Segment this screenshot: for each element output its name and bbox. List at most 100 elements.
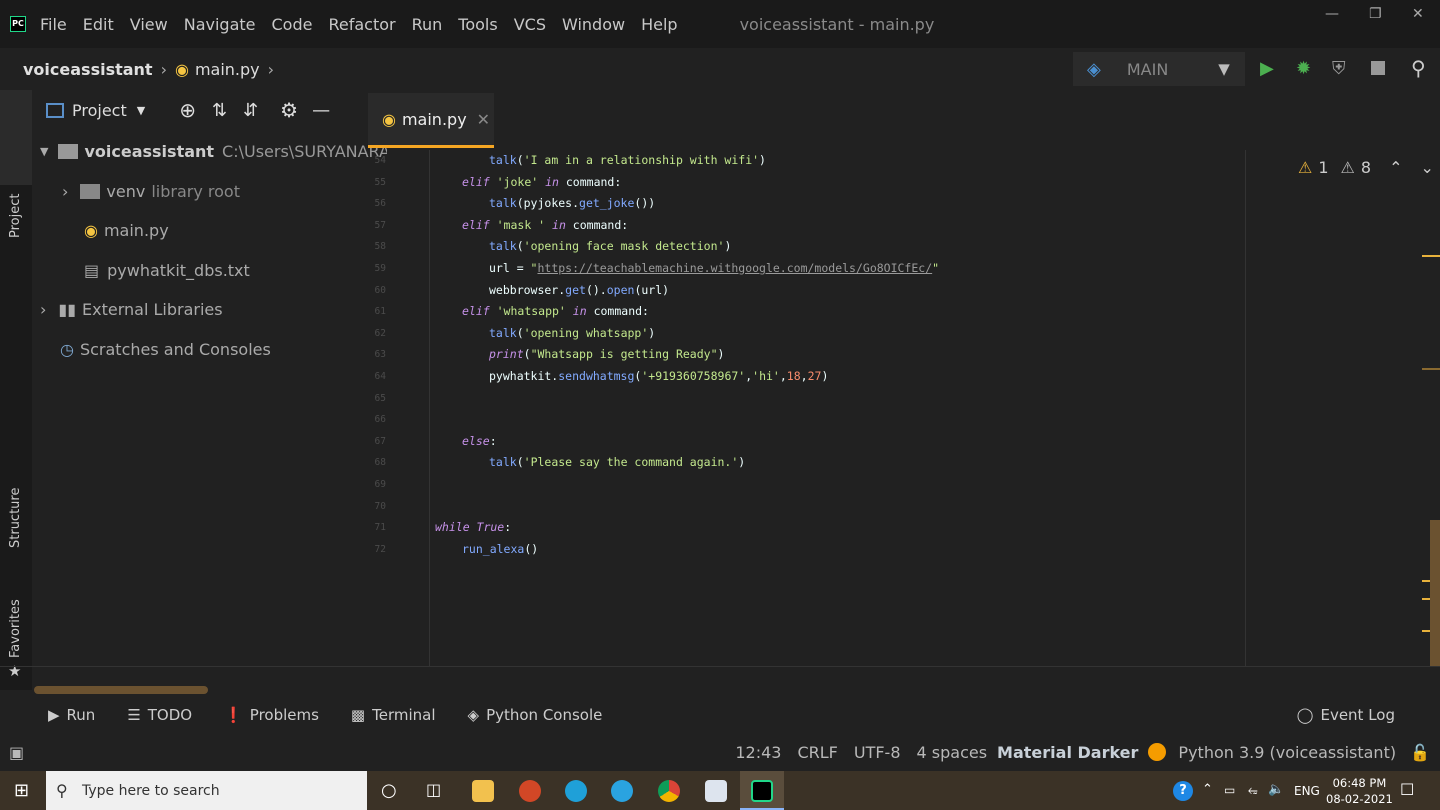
- layout-icon[interactable]: ▣: [9, 743, 24, 762]
- window-title: voiceassistant - main.py: [739, 14, 935, 34]
- taskbar-search[interactable]: ⚲ Type here to search: [46, 771, 367, 810]
- file-explorer-icon[interactable]: [472, 780, 494, 802]
- folder-icon: [80, 183, 101, 199]
- run-button[interactable]: ▶: [1260, 58, 1274, 79]
- code-token: get_joke: [579, 196, 635, 211]
- close-tab-icon[interactable]: ✕: [477, 110, 490, 129]
- inspection-widget[interactable]: ⚠ 1 ⚠ 8 ⌃ ⌄: [1298, 158, 1434, 177]
- close-window-button[interactable]: ✕: [1412, 6, 1424, 22]
- breadcrumb-project[interactable]: voiceassistant: [23, 60, 153, 79]
- code-token: ,: [800, 369, 808, 383]
- menu-file[interactable]: File: [40, 15, 67, 34]
- tab-todo[interactable]: ☰ TODO: [127, 706, 192, 724]
- menu-tools[interactable]: Tools: [458, 15, 497, 34]
- chevron-right-icon: ›: [267, 59, 275, 79]
- menu-code[interactable]: Code: [272, 15, 313, 34]
- gear-icon[interactable]: ⚙: [280, 98, 298, 122]
- menu-navigate[interactable]: Navigate: [184, 15, 256, 34]
- breadcrumb-file[interactable]: main.py: [195, 60, 260, 79]
- line-number: 71: [374, 522, 386, 534]
- interpreter-widget[interactable]: Python 3.9 (voiceassistant): [1178, 743, 1396, 762]
- line-number: 68: [374, 457, 386, 469]
- code-token: sendwhatmsg: [558, 369, 635, 383]
- tree-item-external-libraries[interactable]: › ▮▮ External Libraries: [32, 294, 223, 324]
- tree-item-venv[interactable]: › venv library root: [32, 176, 240, 206]
- chrome-icon[interactable]: [658, 780, 680, 802]
- next-highlight-icon[interactable]: ⌄: [1420, 158, 1433, 177]
- menu-edit[interactable]: Edit: [83, 15, 114, 34]
- tree-item-root[interactable]: ▼ voiceassistant C:\Users\SURYANARAY: [32, 136, 387, 166]
- task-view-icon[interactable]: ◫: [426, 780, 441, 799]
- indent-setting[interactable]: 4 spaces: [917, 743, 988, 762]
- horizontal-scrollbar[interactable]: [34, 686, 208, 694]
- run-configuration-select[interactable]: ◈ MAIN ▼: [1073, 52, 1245, 86]
- code-line: talk('Please say the command again.'): [489, 455, 745, 469]
- telegram-icon[interactable]: [611, 780, 633, 802]
- caret-position[interactable]: 12:43: [735, 743, 781, 762]
- error-stripe-mark[interactable]: [1422, 368, 1440, 370]
- line-number: 59: [374, 263, 386, 274]
- code-token: :: [489, 433, 497, 448]
- menu-refactor[interactable]: Refactor: [328, 15, 395, 34]
- tab-run[interactable]: ▶ Run: [48, 706, 95, 724]
- theme-widget[interactable]: Material Darker: [997, 743, 1138, 762]
- windows-start-icon[interactable]: ⊞: [14, 780, 29, 801]
- code-token: 'I am in a relationship with wifi': [523, 153, 760, 167]
- side-tab-project[interactable]: Project: [8, 194, 23, 238]
- problems-label: Problems: [249, 706, 319, 724]
- debug-button[interactable]: ✹: [1296, 58, 1311, 79]
- pycharm-logo: PC: [10, 16, 26, 32]
- project-view-select[interactable]: Project: [72, 101, 127, 120]
- menu-vcs[interactable]: VCS: [514, 15, 546, 34]
- coverage-button[interactable]: ⛨: [1332, 58, 1346, 79]
- menu-window[interactable]: Window: [562, 15, 625, 34]
- stop-button[interactable]: [1371, 61, 1385, 75]
- tab-main-py[interactable]: ◉ main.py ✕: [368, 93, 494, 148]
- help-icon[interactable]: ?: [1173, 781, 1193, 801]
- notifications-icon[interactable]: ☐: [1400, 780, 1414, 799]
- side-tab-favorites[interactable]: Favorites: [8, 599, 23, 658]
- menu-view[interactable]: View: [130, 15, 168, 34]
- locate-icon[interactable]: ⊕: [179, 98, 196, 122]
- language-indicator[interactable]: ENG: [1294, 784, 1320, 798]
- search-icon[interactable]: ⚲: [1411, 56, 1426, 80]
- tab-terminal[interactable]: ▩ Terminal: [351, 706, 436, 724]
- powerpoint-icon[interactable]: [519, 780, 541, 802]
- cortana-icon[interactable]: ○: [381, 780, 397, 801]
- expand-all-icon[interactable]: ⇅: [212, 100, 227, 121]
- code-token: elif: [462, 304, 497, 319]
- minimize-button[interactable]: —: [1325, 6, 1339, 22]
- tray-chevron-icon[interactable]: ⌃: [1202, 782, 1213, 797]
- python-file-icon: ◉: [84, 220, 98, 240]
- battery-icon[interactable]: ▭: [1224, 783, 1235, 797]
- line-number: 70: [374, 500, 386, 512]
- project-panel-header: Project ▼ ⊕ ⇅ ⇵ ⚙ —: [32, 90, 366, 130]
- edge-icon[interactable]: [565, 780, 587, 802]
- code-token: https://teachablemachine.withgoogle.com/…: [537, 261, 933, 275]
- lock-icon[interactable]: 🔓: [1410, 743, 1430, 762]
- previous-highlight-icon[interactable]: ⌃: [1389, 158, 1402, 177]
- volume-icon[interactable]: 🔈: [1268, 782, 1284, 797]
- error-stripe-mark[interactable]: [1422, 255, 1440, 257]
- tree-item-scratches[interactable]: ◷ Scratches and Consoles: [32, 334, 271, 364]
- file-encoding[interactable]: UTF-8: [854, 743, 901, 762]
- tab-event-log[interactable]: ◯ Event Log: [1297, 706, 1395, 724]
- chevron-down-icon: ▼: [1218, 60, 1230, 78]
- tab-python-console[interactable]: ◈ Python Console: [468, 706, 603, 724]
- code-editor[interactable]: 54 talk('I am in a relationship with wifi…: [366, 150, 1246, 666]
- tree-item-dbs[interactable]: ▤ pywhatkit_dbs.txt: [32, 255, 250, 285]
- wifi-icon[interactable]: ⥳: [1248, 783, 1258, 798]
- scratches-label: Scratches and Consoles: [79, 339, 271, 359]
- menu-run[interactable]: Run: [412, 15, 443, 34]
- restore-button[interactable]: ❐: [1369, 6, 1382, 22]
- line-separator[interactable]: CRLF: [797, 743, 837, 762]
- clock[interactable]: 06:48 PM 08-02-2021: [1326, 775, 1393, 807]
- hide-icon[interactable]: —: [312, 100, 330, 121]
- collapse-all-icon[interactable]: ⇵: [243, 100, 258, 121]
- tree-item-main[interactable]: ◉ main.py: [32, 215, 169, 245]
- side-tab-structure[interactable]: Structure: [8, 488, 23, 548]
- tab-problems[interactable]: ❗ Problems: [224, 706, 319, 724]
- menu-help[interactable]: Help: [641, 15, 677, 34]
- notepad-icon[interactable]: [705, 780, 727, 802]
- vertical-scrollbar[interactable]: [1430, 520, 1440, 666]
